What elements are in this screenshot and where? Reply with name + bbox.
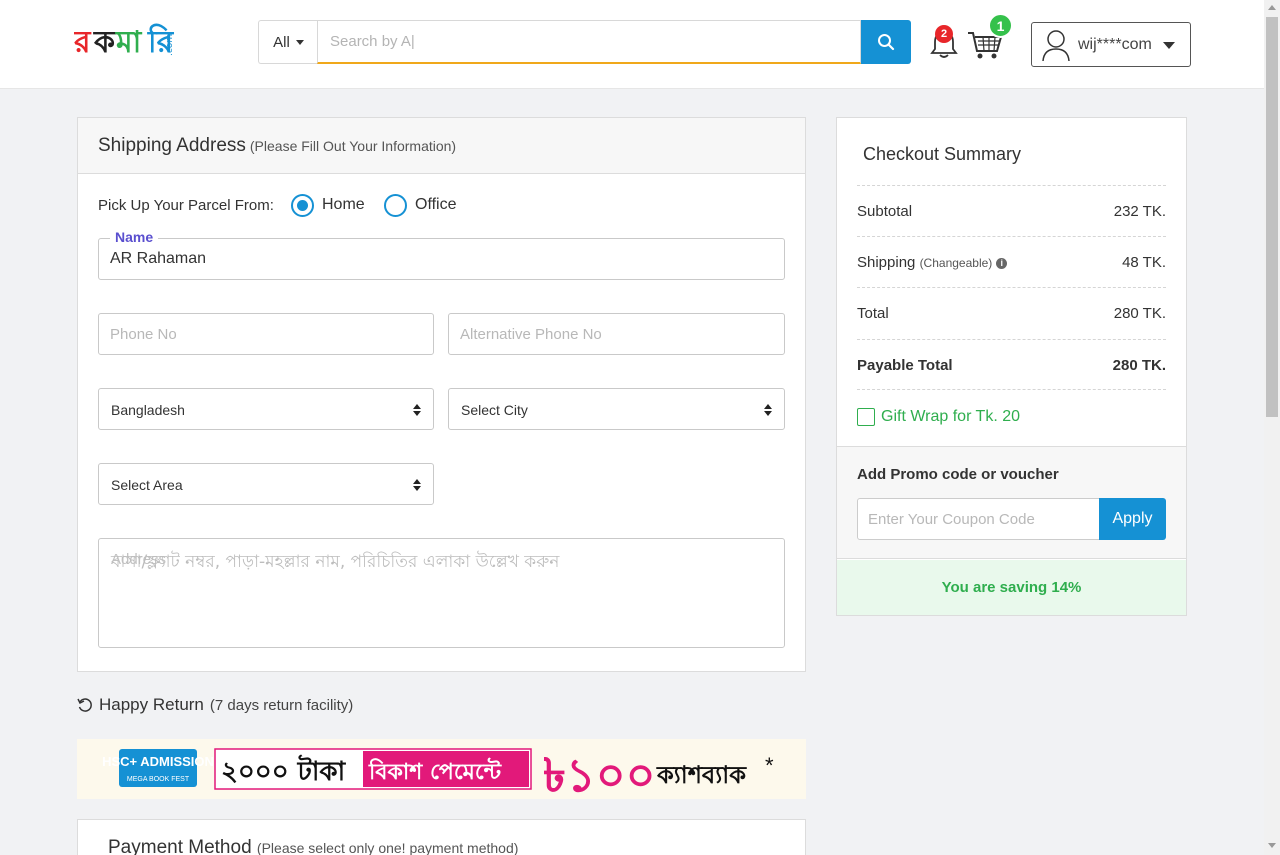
scroll-up-icon[interactable]	[1268, 5, 1276, 10]
checkout-summary-panel: Checkout Summary Subtotal 232 TK. Shippi…	[836, 117, 1187, 616]
shipping-value: 48 TK.	[1122, 254, 1166, 271]
summary-row-subtotal: Subtotal 232 TK.	[857, 185, 1166, 236]
gift-wrap-label: Gift Wrap for Tk. 20	[881, 408, 1021, 425]
address-placeholder: বাসা/ফ্ল্যাট নম্বর, পাড়া-মহল্লার নাম, প…	[111, 552, 560, 572]
saving-notice: You are saving 14%	[837, 560, 1186, 615]
gift-wrap-checkbox[interactable]	[857, 408, 875, 426]
site-header: র ক মা রি .com All 2	[0, 0, 1264, 89]
payment-subtitle: (Please select only one! payment method)	[256, 840, 519, 855]
name-field[interactable]	[98, 238, 785, 280]
payment-method-panel: Payment Method (Please select only one! …	[77, 819, 806, 855]
total-value: 280 TK.	[1113, 305, 1166, 322]
promo-title: Add Promo code or voucher	[857, 466, 1059, 483]
promo-banner[interactable]: HSC+ ADMISSION MEGA BOOK FEST ২০০০ টাকা …	[77, 739, 806, 799]
address-textarea[interactable]: Address বাসা/ফ্ল্যাট নম্বর, পাড়া-মহল্লা…	[98, 538, 785, 648]
payable-value: 280 TK.	[1112, 357, 1166, 374]
cart-count-badge: 1	[988, 13, 1013, 38]
subtotal-label: Subtotal	[857, 203, 913, 220]
shipping-title: Shipping Address (Please Fill Out Your In…	[98, 135, 457, 156]
notification-count-badge: 2	[935, 25, 953, 43]
area-select[interactable]: Select Area	[98, 463, 434, 505]
shipping-subtitle: (Please Fill Out Your Information)	[249, 138, 457, 154]
scroll-down-icon[interactable]	[1268, 843, 1276, 848]
svg-text:র: র	[74, 25, 92, 60]
area-value: Select Area	[111, 477, 183, 493]
shipping-note: (Changeable)	[919, 256, 993, 270]
sort-arrows-icon	[413, 404, 421, 416]
happy-return-subtitle: (7 days return facility)	[209, 696, 354, 714]
svg-text:মা: মা	[115, 25, 143, 60]
summary-title: Checkout Summary	[863, 144, 1022, 164]
search-button[interactable]	[861, 20, 911, 64]
pickup-home-radio[interactable]	[291, 194, 314, 217]
svg-text:.com: .com	[165, 34, 175, 56]
phone-field[interactable]	[98, 313, 434, 355]
site-logo[interactable]: র ক মা রি .com	[73, 22, 182, 62]
banner-badge-text: HSC+ ADMISSION	[102, 754, 214, 769]
banner-amount-text: ৳১০০	[543, 748, 656, 799]
banner-bkash-text: বিকাশ পেমেন্টে	[368, 757, 502, 785]
total-label: Total	[857, 305, 889, 322]
user-avatar-icon	[1042, 30, 1070, 62]
city-select[interactable]: Select City	[448, 388, 785, 430]
shipping-address-panel: Shipping Address (Please Fill Out Your In…	[77, 117, 806, 672]
search-input[interactable]	[317, 20, 861, 64]
search-bar: All	[258, 20, 911, 64]
banner-main-text: ২০০০ টাকা	[221, 754, 347, 787]
happy-return-info: Happy Return (7 days return facility)	[77, 695, 353, 715]
search-category-label: All	[273, 33, 290, 51]
happy-return-title: Happy Return	[99, 695, 204, 714]
shipping-label: Shipping (Changeable) i	[857, 254, 1008, 271]
return-icon	[77, 698, 92, 712]
sort-arrows-icon	[764, 404, 772, 416]
sort-arrows-icon	[413, 479, 421, 491]
pickup-home-label[interactable]: Home	[322, 196, 365, 214]
info-icon[interactable]: i	[996, 258, 1008, 269]
pickup-label: Pick Up Your Parcel From:	[98, 197, 274, 214]
username-label: wij****com	[1078, 36, 1152, 53]
summary-row-payable: Payable Total 280 TK.	[857, 339, 1166, 390]
svg-text:ক: ক	[93, 25, 116, 60]
name-field-label: Name	[110, 229, 159, 245]
country-select[interactable]: Bangladesh	[98, 388, 434, 430]
apply-coupon-button[interactable]: Apply	[1099, 498, 1166, 540]
caret-down-icon	[295, 39, 304, 45]
alt-phone-field[interactable]	[448, 313, 785, 355]
pickup-office-label[interactable]: Office	[415, 196, 457, 214]
country-value: Bangladesh	[111, 402, 185, 418]
gift-wrap-option[interactable]: Gift Wrap for Tk. 20	[857, 408, 1020, 426]
caret-down-icon	[1163, 42, 1175, 49]
subtotal-value: 232 TK.	[1113, 203, 1166, 220]
coupon-input[interactable]	[857, 498, 1100, 540]
summary-row-shipping: Shipping (Changeable) i 48 TK.	[857, 236, 1166, 287]
banner-badge-sub: MEGA BOOK FEST	[127, 776, 190, 783]
shipping-header: Shipping Address (Please Fill Out Your In…	[78, 118, 805, 174]
promo-section: Add Promo code or voucher Apply	[837, 446, 1186, 559]
banner-cashback-text: ক্যাশব্যাক	[656, 761, 747, 789]
user-menu-button[interactable]: wij****com	[1031, 22, 1191, 67]
search-category-select[interactable]: All	[258, 20, 318, 64]
summary-row-total: Total 280 TK.	[857, 287, 1166, 338]
pickup-office-radio[interactable]	[384, 194, 407, 217]
scrollbar-thumb[interactable]	[1266, 17, 1278, 417]
payable-label: Payable Total	[857, 357, 953, 374]
payment-title: Payment Method (Please select only one! …	[108, 837, 519, 855]
svg-text:*: *	[765, 753, 774, 778]
city-value: Select City	[461, 402, 528, 418]
search-icon	[878, 34, 895, 51]
